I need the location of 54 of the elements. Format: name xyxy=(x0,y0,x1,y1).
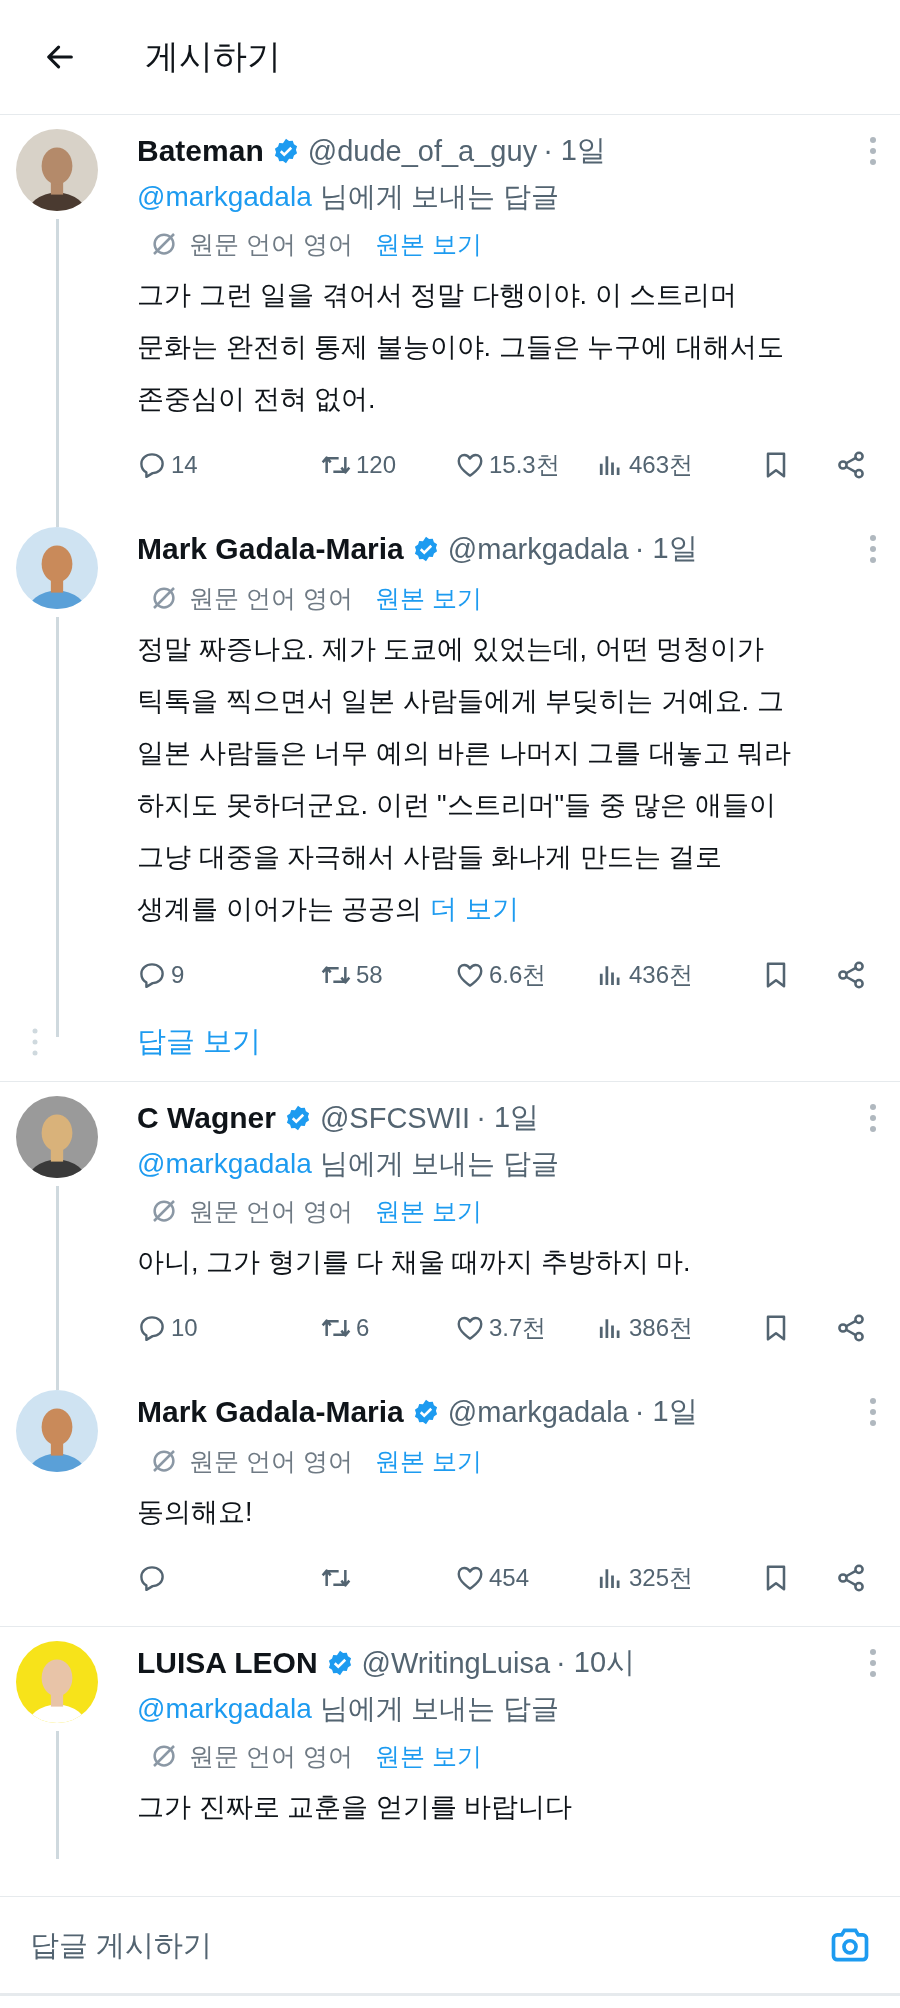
share-button[interactable] xyxy=(835,449,867,481)
post-time: · 1일 xyxy=(634,1394,698,1429)
views-button[interactable]: 436천 xyxy=(595,959,694,991)
user-handle: @markgadala xyxy=(447,1395,629,1429)
reply-button[interactable] xyxy=(137,1563,167,1593)
user-handle: @markgadala xyxy=(447,532,629,566)
translation-label: 원문 언어 영어 xyxy=(189,1445,353,1477)
repost-button[interactable]: 58 xyxy=(320,959,383,991)
views-button[interactable]: 463천 xyxy=(595,449,694,481)
post-text: 그가 그런 일을 겪어서 정말 다행이야. 이 스트리머 문화는 완전히 통제 불능이야. 그들은 누구에 대해서도 존중심이 전혀 없어. xyxy=(137,279,785,416)
user-name[interactable]: C Wagner xyxy=(137,1101,276,1135)
like-button[interactable]: 15.3천 xyxy=(455,449,560,481)
translation-label: 원문 언어 영어 xyxy=(189,1195,353,1227)
reply-button[interactable]: 14 xyxy=(137,450,198,480)
repost-button[interactable]: 6 xyxy=(320,1312,370,1344)
post-time: · 1일 xyxy=(634,531,698,566)
post-text: 그가 진짜로 교훈을 얻기를 바랍니다 xyxy=(137,1791,573,1824)
reply-context: @markgadala 님에게 보내는 답글 xyxy=(137,1147,561,1181)
reply-context: @markgadala 님에게 보내는 답글 xyxy=(137,180,561,214)
reply-input-field[interactable]: 답글 게시하기 xyxy=(28,1927,816,1963)
reply-button[interactable]: 9 xyxy=(137,960,185,990)
page-title: 게시하기 xyxy=(145,36,281,77)
like-button[interactable]: 3.7천 xyxy=(455,1312,547,1344)
speech-bubble-icon xyxy=(137,960,167,990)
like-button[interactable]: 6.6천 xyxy=(455,959,547,991)
post-text: 정말 짜증나요. 제가 도쿄에 있었는데, 어떤 멍청이가 틱톡을 찍으면서 일본 사람들에게 부딪히는 거예요. 그 일본 사람들은 너무 예의 바른 나머지 그를 대놓고 뭐라 하지도 못하더군요. 이런 "스트리머"들 중 많은 애들이 그냥 대중을 자극해서 사람들 화나게 만드는 걸로 생계를 이어가는 공공의 더 보기 xyxy=(137,633,792,926)
views-button[interactable]: 325천 xyxy=(595,1562,694,1594)
user-handle: @dude_of_a_guy xyxy=(307,134,538,168)
speech-bubble-icon xyxy=(137,450,167,480)
translation-label: 원문 언어 영어 xyxy=(189,228,353,260)
reply-context: @markgadala 님에게 보내는 답글 xyxy=(137,1692,561,1726)
user-name[interactable]: Mark Gadala-Maria xyxy=(137,1395,404,1429)
post-time: · 1일 xyxy=(476,1100,540,1135)
share-button[interactable] xyxy=(835,959,867,991)
post-time: · 1일 xyxy=(543,133,606,168)
like-button[interactable]: 454 xyxy=(455,1563,530,1593)
user-handle: @WritingLuisa xyxy=(361,1646,551,1680)
reply-button[interactable]: 10 xyxy=(137,1313,198,1343)
translation-label: 원문 언어 영어 xyxy=(189,582,353,614)
views-button[interactable]: 386천 xyxy=(595,1312,694,1344)
speech-bubble-icon xyxy=(137,1563,167,1593)
dotted-line-icon xyxy=(32,1027,38,1057)
post-text: 아니, 그가 형기를 다 채울 때까지 추방하지 마. xyxy=(137,1246,692,1279)
share-button[interactable] xyxy=(835,1562,867,1594)
post-text: 동의해요! xyxy=(137,1496,254,1529)
user-name[interactable]: Mark Gadala-Maria xyxy=(137,532,404,566)
repost-button[interactable]: 120 xyxy=(320,449,397,481)
speech-bubble-icon xyxy=(137,1313,167,1343)
post-time: · 10시 xyxy=(556,1645,636,1680)
user-name[interactable]: Bateman xyxy=(137,134,264,168)
user-name[interactable]: LUISA LEON xyxy=(137,1646,318,1680)
translation-label: 원문 언어 영어 xyxy=(189,1740,353,1772)
user-handle: @SFCSWII xyxy=(319,1101,471,1135)
share-button[interactable] xyxy=(835,1312,867,1344)
